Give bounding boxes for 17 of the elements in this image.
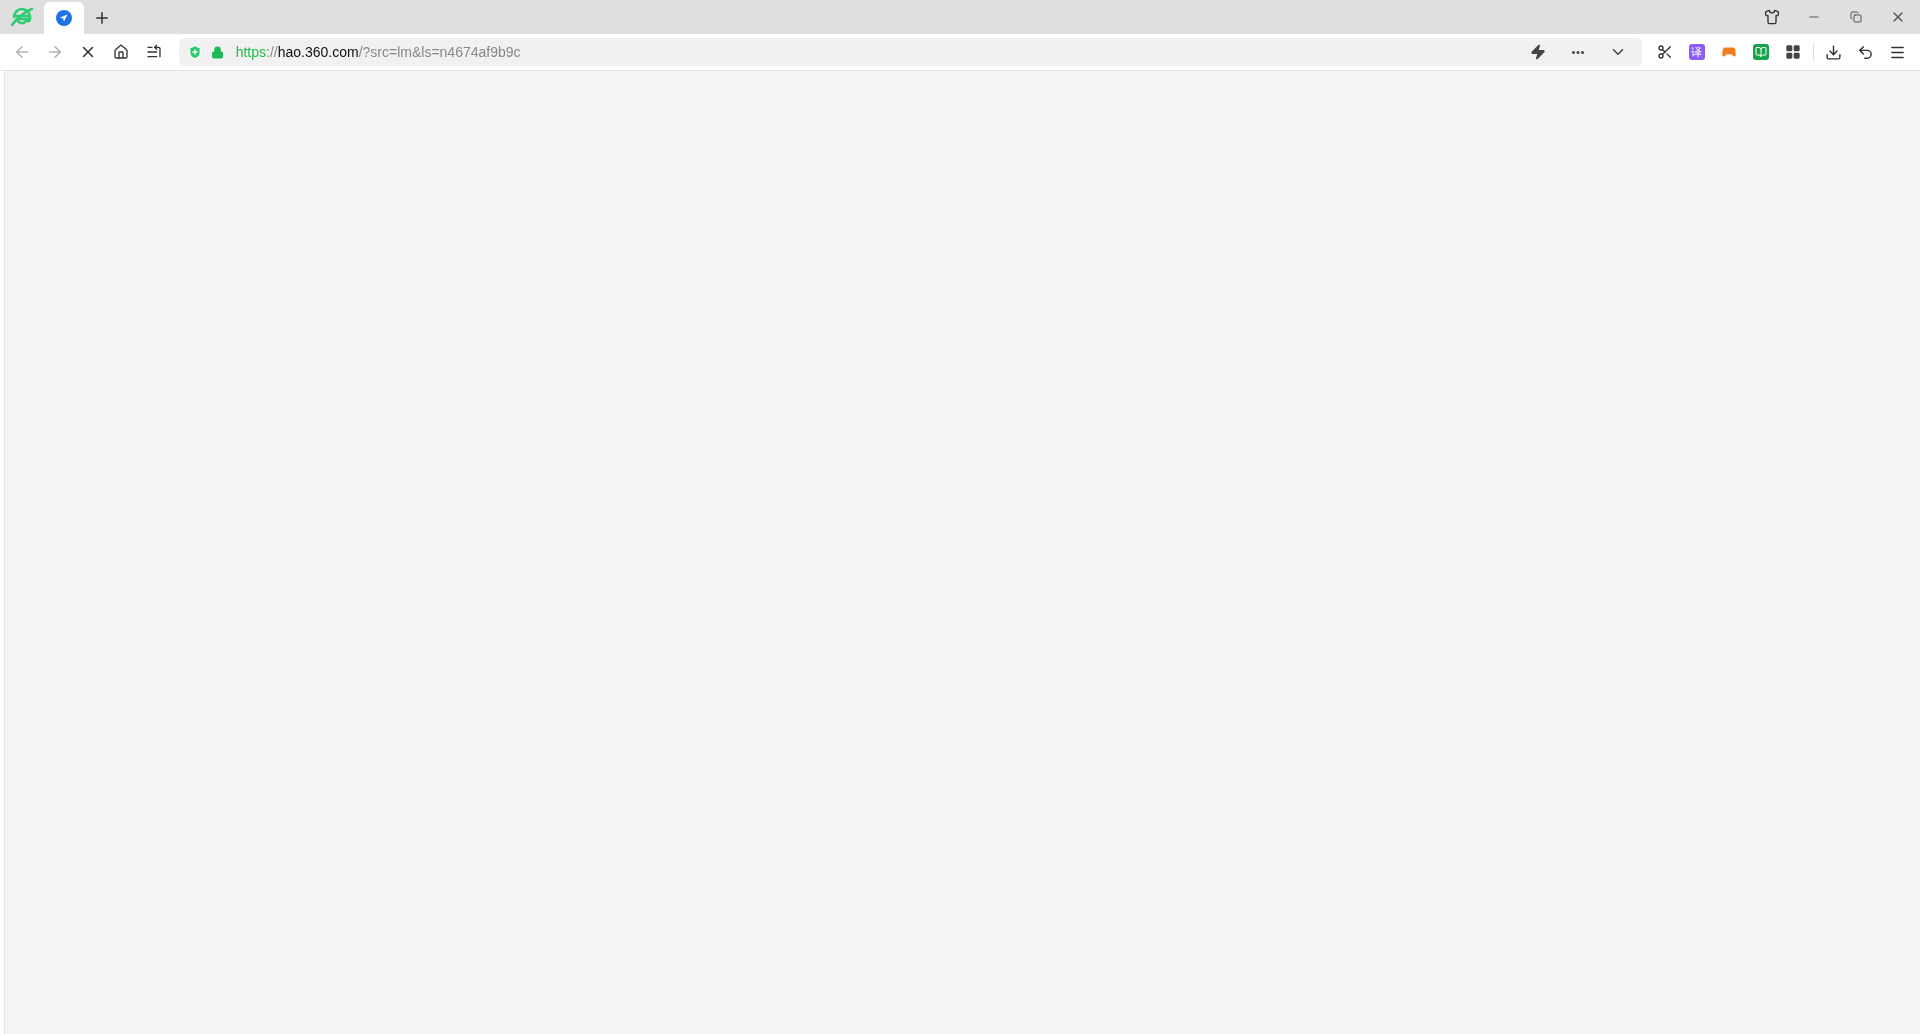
browser-tab[interactable] [44,2,84,34]
undo-icon [1857,43,1875,61]
translate-button[interactable]: 译 [1689,44,1705,60]
download-icon [1825,43,1843,61]
book-icon [1755,46,1767,58]
browser-logo-icon [10,5,34,29]
address-field[interactable]: https://hao.360.com/?src=lm&ls=n4674af9b9c [235,41,521,63]
grid-icon [1785,44,1801,60]
more-icon [1572,50,1584,54]
restore-icon [1850,11,1862,23]
scissors-icon [1657,44,1673,60]
reading-button[interactable] [1753,44,1769,60]
shield-icon [186,44,203,60]
plus-icon [93,9,111,27]
lightning-icon [1530,44,1546,60]
home-icon [112,44,129,60]
shirt-icon [1764,9,1780,25]
